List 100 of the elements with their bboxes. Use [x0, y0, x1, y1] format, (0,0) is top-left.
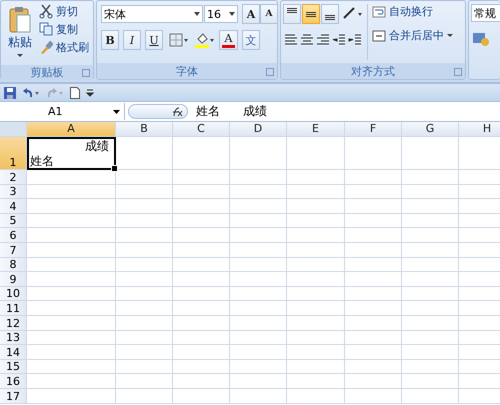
- spreadsheet-cell[interactable]: [230, 214, 287, 228]
- column-header[interactable]: E: [287, 122, 345, 137]
- spreadsheet-cell[interactable]: [345, 316, 402, 331]
- spreadsheet-cell[interactable]: [402, 242, 459, 258]
- spreadsheet-cell[interactable]: [287, 316, 345, 331]
- spreadsheet-cell[interactable]: [402, 360, 459, 374]
- dialog-launcher-icon[interactable]: [82, 69, 90, 77]
- spreadsheet-cell[interactable]: [27, 258, 116, 272]
- spreadsheet-cell[interactable]: [116, 388, 173, 404]
- row-header[interactable]: 4: [0, 199, 27, 214]
- toolbar-button[interactable]: 格式刷: [39, 40, 89, 55]
- row-header[interactable]: 1: [0, 137, 27, 170]
- spreadsheet-cell[interactable]: [116, 170, 173, 185]
- spreadsheet-cell[interactable]: [27, 374, 116, 389]
- spreadsheet-cell[interactable]: [173, 170, 230, 185]
- spreadsheet-cell[interactable]: [287, 199, 345, 214]
- insert-function-button[interactable]: [128, 104, 188, 119]
- name-box[interactable]: A1: [0, 103, 125, 120]
- spreadsheet-cell[interactable]: [287, 184, 345, 200]
- dropdown-arrow-icon[interactable]: [194, 12, 200, 16]
- spreadsheet-cell[interactable]: [116, 272, 173, 287]
- spreadsheet-cell[interactable]: [116, 374, 173, 389]
- column-header[interactable]: G: [402, 122, 459, 137]
- spreadsheet-cell[interactable]: [230, 272, 287, 287]
- spreadsheet-cell[interactable]: [116, 214, 173, 228]
- dropdown-arrow-icon[interactable]: [229, 12, 235, 16]
- align-top-button[interactable]: [283, 4, 301, 24]
- underline-button[interactable]: U: [145, 30, 163, 50]
- font-name-field[interactable]: 宋体: [101, 5, 203, 23]
- spreadsheet-cell[interactable]: [230, 258, 287, 272]
- spreadsheet-cell[interactable]: [345, 286, 402, 302]
- spreadsheet-cell[interactable]: [287, 242, 345, 258]
- spreadsheet-cell[interactable]: [116, 286, 173, 302]
- spreadsheet-cell[interactable]: [27, 242, 116, 258]
- spreadsheet-cell[interactable]: [173, 214, 230, 228]
- row-header[interactable]: 14: [0, 345, 27, 360]
- align-bottom-button[interactable]: [321, 4, 339, 24]
- spreadsheet-cell[interactable]: [402, 228, 459, 243]
- spreadsheet-cell[interactable]: [27, 330, 116, 346]
- row-header[interactable]: 9: [0, 272, 27, 287]
- spreadsheet-cell[interactable]: [27, 228, 116, 243]
- spreadsheet-cell[interactable]: [287, 272, 345, 287]
- spreadsheet-cell[interactable]: [402, 258, 459, 272]
- spreadsheet-cell[interactable]: [230, 301, 287, 316]
- spreadsheet-cell[interactable]: [287, 228, 345, 243]
- spreadsheet-cell[interactable]: [345, 199, 402, 214]
- merge-center-button[interactable]: 合并后居中: [372, 28, 453, 43]
- spreadsheet-cell[interactable]: [230, 388, 287, 404]
- grow-font-button[interactable]: A: [242, 4, 260, 24]
- spreadsheet-cell[interactable]: [230, 330, 287, 346]
- spreadsheet-cell[interactable]: [345, 374, 402, 389]
- spreadsheet-cell[interactable]: [173, 374, 230, 389]
- spreadsheet-cell[interactable]: [27, 301, 116, 316]
- spreadsheet-cell[interactable]: [27, 214, 116, 228]
- spreadsheet-cell[interactable]: [173, 242, 230, 258]
- spreadsheet-cell[interactable]: [402, 184, 459, 200]
- spreadsheet-cell[interactable]: [402, 388, 459, 404]
- row-header[interactable]: 15: [0, 360, 27, 374]
- spreadsheet-cell[interactable]: [345, 360, 402, 374]
- spreadsheet-cell[interactable]: [287, 286, 345, 302]
- spreadsheet-cell[interactable]: [287, 214, 345, 228]
- spreadsheet-cell[interactable]: [402, 137, 459, 170]
- spreadsheet-cell[interactable]: [230, 374, 287, 389]
- spreadsheet-cell[interactable]: [345, 242, 402, 258]
- toolbar-button[interactable]: 剪切: [39, 4, 89, 19]
- spreadsheet-cell[interactable]: [287, 388, 345, 404]
- spreadsheet-cell[interactable]: [27, 316, 116, 331]
- spreadsheet-cell[interactable]: [402, 170, 459, 185]
- spreadsheet-cell[interactable]: [345, 258, 402, 272]
- spreadsheet-cell[interactable]: [173, 199, 230, 214]
- spreadsheet-cell[interactable]: [173, 360, 230, 374]
- spreadsheet-cell[interactable]: [345, 214, 402, 228]
- spreadsheet-cell[interactable]: [402, 330, 459, 346]
- row-header[interactable]: 13: [0, 330, 27, 346]
- spreadsheet-cell[interactable]: [345, 184, 402, 200]
- spreadsheet-cell[interactable]: [230, 170, 287, 185]
- select-all-button[interactable]: [0, 122, 27, 137]
- spreadsheet-cell[interactable]: [116, 137, 173, 170]
- spreadsheet-cell[interactable]: [173, 345, 230, 360]
- spreadsheet-cell[interactable]: [230, 242, 287, 258]
- fill-handle[interactable]: [111, 165, 118, 172]
- spreadsheet-cell[interactable]: [230, 199, 287, 214]
- spreadsheet-cell[interactable]: [27, 286, 116, 302]
- new-document-icon[interactable]: [70, 86, 80, 98]
- spreadsheet-cell[interactable]: [27, 199, 116, 214]
- spreadsheet-cell[interactable]: [345, 301, 402, 316]
- column-header[interactable]: F: [345, 122, 402, 137]
- spreadsheet-cell[interactable]: [402, 316, 459, 331]
- paste-button[interactable]: 粘贴: [5, 4, 35, 62]
- spreadsheet-cell[interactable]: [173, 184, 230, 200]
- number-format-field[interactable]: 常规: [471, 4, 500, 22]
- font-color-button[interactable]: A: [219, 30, 238, 50]
- spreadsheet-cell[interactable]: [287, 258, 345, 272]
- spreadsheet-cell[interactable]: [345, 345, 402, 360]
- spreadsheet-cell[interactable]: [27, 272, 116, 287]
- dropdown-arrow-icon[interactable]: [113, 110, 120, 114]
- spreadsheet-cell[interactable]: [173, 228, 230, 243]
- row-header[interactable]: 2: [0, 170, 27, 185]
- row-header[interactable]: 11: [0, 301, 27, 316]
- row-header[interactable]: 5: [0, 214, 27, 228]
